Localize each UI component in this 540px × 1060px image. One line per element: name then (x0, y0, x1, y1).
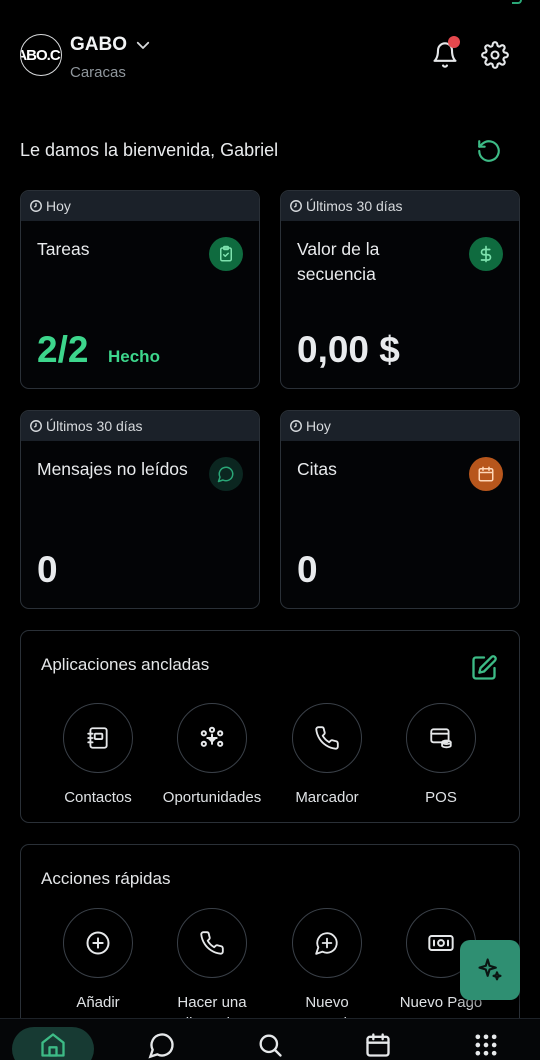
home-icon (41, 1033, 65, 1057)
section-title: Acciones rápidas (41, 869, 171, 888)
card-value: 2/2 (37, 329, 89, 370)
app-contactos[interactable]: Contactos (38, 703, 158, 808)
status-badge: Hecho (108, 347, 160, 366)
action-icon-button[interactable] (292, 908, 362, 978)
search-icon (259, 1034, 282, 1057)
dollar-icon (480, 245, 492, 263)
calendar-icon (366, 1033, 390, 1057)
action-add-contact[interactable]: Añadir Contacto (38, 908, 158, 1034)
card-badge (469, 237, 503, 271)
clock-icon (290, 200, 302, 212)
card-badge (209, 237, 243, 271)
notification-dot (448, 36, 460, 48)
sparkles-icon (478, 958, 502, 981)
app-icon-button[interactable] (292, 703, 362, 773)
action-make-call[interactable]: Hacer una llamada (152, 908, 272, 1034)
money-icon (428, 935, 454, 951)
gear-icon (481, 41, 509, 69)
clock-icon (290, 420, 302, 432)
app-icon-button[interactable] (177, 703, 247, 773)
corner-decoration (512, 0, 522, 4)
card-period: Hoy (21, 191, 259, 221)
clock-icon (30, 420, 42, 432)
action-icon-button[interactable] (177, 908, 247, 978)
clock-icon (30, 200, 42, 212)
card-badge (469, 457, 503, 491)
app-label: Oportunidades (162, 789, 262, 806)
card-period-label: Últimos 30 días (46, 418, 143, 434)
app-icon-button[interactable] (63, 703, 133, 773)
contact-book-icon (87, 727, 108, 749)
nav-more[interactable] (471, 1031, 501, 1060)
settings-button[interactable] (478, 38, 512, 72)
pipeline-icon (200, 726, 224, 747)
card-period-label: Hoy (306, 418, 331, 434)
refresh-icon (478, 140, 500, 162)
chevron-down-icon[interactable] (134, 36, 152, 54)
app-oportunidades[interactable]: Oportunidades (152, 703, 272, 808)
edit-icon (472, 655, 497, 680)
account-name[interactable]: GABO (70, 34, 127, 56)
card-period: Últimos 30 días (21, 411, 259, 441)
card-period: Hoy (281, 411, 519, 441)
clipboard-check-icon (220, 245, 232, 262)
chat-icon (148, 1033, 174, 1059)
card-badge (209, 457, 243, 491)
card-value: 0,00 $ (297, 329, 400, 370)
phone-icon (200, 931, 224, 955)
action-new-message[interactable]: Nuevo mensaje (267, 908, 387, 1034)
account-location: Caracas (70, 64, 126, 81)
sequence-value-card[interactable]: Últimos 30 días Valor de la secuencia 0,… (280, 190, 520, 389)
calendar-icon (478, 466, 494, 482)
pos-icon (430, 728, 452, 749)
ai-assistant-button[interactable] (460, 940, 520, 1000)
app-label: Marcador (295, 789, 359, 806)
action-icon-button[interactable] (63, 908, 133, 978)
refresh-button[interactable] (472, 134, 506, 168)
app-marcador[interactable]: Marcador (267, 703, 387, 808)
app-icon-button[interactable] (406, 703, 476, 773)
appointments-card[interactable]: Hoy Citas 0 (280, 410, 520, 609)
card-period-label: Últimos 30 días (306, 198, 403, 214)
avatar-text: ABO.C (20, 46, 61, 64)
app-label: POS (425, 789, 457, 806)
grid-dots-icon (475, 1034, 497, 1056)
chat-plus-icon (315, 932, 338, 955)
card-period-label: Hoy (46, 198, 71, 214)
plus-circle-icon (86, 931, 110, 955)
bottom-navigation (0, 1018, 540, 1060)
card-period: Últimos 30 días (281, 191, 519, 221)
card-value: 0 (297, 549, 318, 590)
unread-messages-card[interactable]: Últimos 30 días Mensajes no leídos 0 (20, 410, 260, 609)
avatar[interactable]: ABO.C (20, 34, 62, 76)
app-pos[interactable]: POS (381, 703, 501, 808)
nav-search[interactable] (255, 1031, 285, 1060)
card-title: Mensajes no leídos (37, 459, 188, 479)
pinned-apps-section: Aplicaciones ancladas Contactos Oportuni… (20, 630, 520, 823)
chat-icon (217, 466, 234, 483)
section-title: Aplicaciones ancladas (41, 655, 210, 674)
app-label: Contactos (64, 789, 132, 806)
nav-calendar[interactable] (363, 1031, 393, 1060)
card-title: Tareas (37, 239, 90, 259)
card-title: Citas (297, 459, 337, 479)
nav-conversations[interactable] (147, 1031, 177, 1060)
welcome-message: Le damos la bienvenida, Gabriel (20, 140, 279, 160)
card-title: Valor de la secuencia (297, 239, 380, 284)
phone-icon (315, 726, 339, 750)
edit-pinned-button[interactable] (467, 651, 501, 685)
tasks-card[interactable]: Hoy Tareas 2/2 Hecho (20, 190, 260, 389)
card-value: 0 (37, 549, 58, 590)
nav-home[interactable] (38, 1031, 68, 1060)
